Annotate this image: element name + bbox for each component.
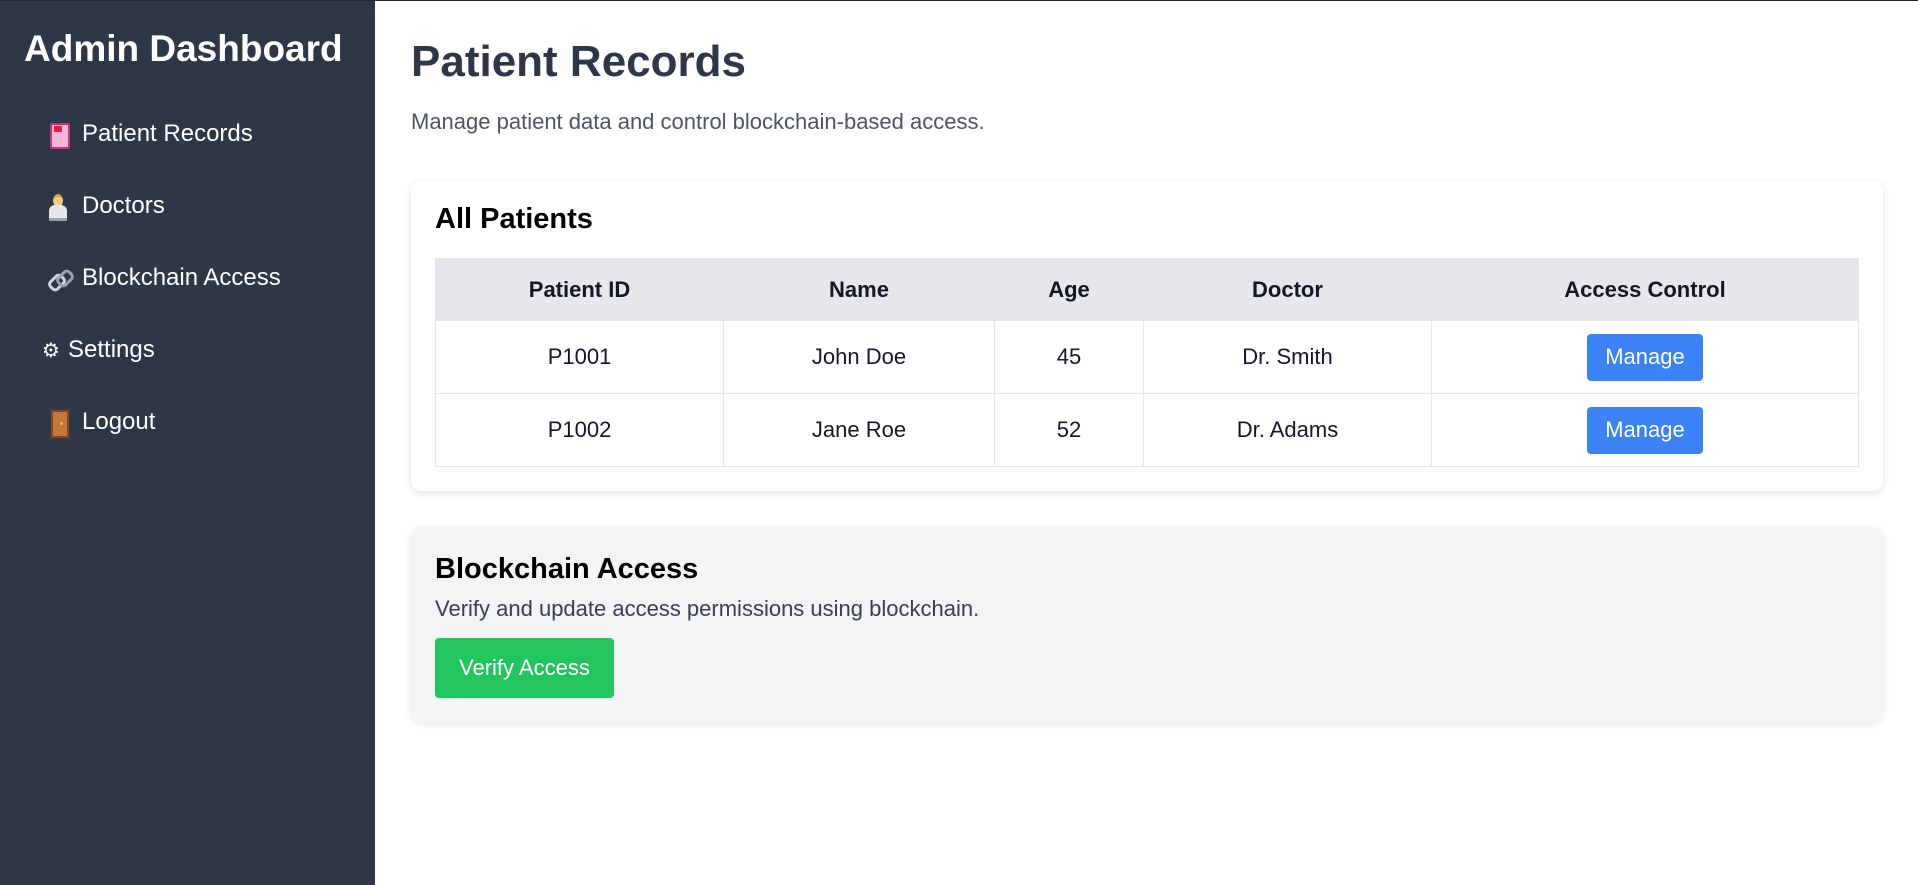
manage-button[interactable]: Manage [1587, 333, 1703, 381]
page-subtitle: Manage patient data and control blockcha… [411, 109, 985, 134]
table-row: P1001 John Doe 45 Dr. Smith Manage [435, 320, 1859, 394]
cell-access-control: Manage [1431, 320, 1859, 394]
link-icon [46, 266, 70, 290]
main-content: Patient Records Manage patient data and … [375, 1, 1918, 885]
blockchain-card-title: Blockchain Access [435, 553, 699, 585]
patients-card-title: All Patients [435, 203, 593, 235]
sidebar-item-label: Blockchain Access [82, 264, 281, 291]
cell-name: Jane Roe [723, 393, 995, 467]
cell-doctor: Dr. Adams [1143, 393, 1432, 467]
cell-age: 52 [994, 393, 1144, 467]
column-header-doctor: Doctor [1143, 258, 1432, 321]
cell-doctor: Dr. Smith [1143, 320, 1432, 394]
sidebar-title: Admin Dashboard [24, 28, 343, 69]
sidebar-item-settings[interactable]: ⚙ Settings [24, 314, 375, 386]
blockchain-card-text: Verify and update access permissions usi… [435, 596, 980, 621]
sidebar-item-patient-records[interactable]: Patient Records [24, 98, 375, 170]
table-row: P1002 Jane Roe 52 Dr. Adams Manage [435, 393, 1859, 467]
cell-patient-id: P1002 [435, 393, 724, 467]
cell-patient-id: P1001 [435, 320, 724, 394]
patients-card: All Patients Patient ID Name Age Doctor … [411, 181, 1883, 491]
gear-icon: ⚙ [42, 339, 60, 362]
sidebar-item-label: Settings [68, 336, 155, 363]
page-title: Patient Records [411, 37, 746, 86]
sidebar-item-doctors[interactable]: Doctors [24, 170, 375, 242]
sidebar-nav: Patient Records Doctors Blockchain Acces… [24, 98, 375, 458]
column-header-name: Name [723, 258, 995, 321]
medical-records-icon [46, 122, 70, 149]
sidebar-item-blockchain-access[interactable]: Blockchain Access [24, 242, 375, 314]
sidebar-item-label: Patient Records [82, 120, 253, 147]
sidebar-item-logout[interactable]: Logout [24, 386, 375, 458]
column-header-patient-id: Patient ID [435, 258, 724, 321]
sidebar: Admin Dashboard Patient Records Doctors … [0, 1, 375, 885]
blockchain-access-card: Blockchain Access Verify and update acce… [411, 527, 1883, 722]
door-icon [46, 410, 70, 438]
patients-table: Patient ID Name Age Doctor Access Contro… [435, 258, 1859, 467]
cell-name: John Doe [723, 320, 995, 394]
cell-age: 45 [994, 320, 1144, 394]
sidebar-item-label: Logout [82, 408, 156, 435]
column-header-access-control: Access Control [1431, 258, 1859, 321]
verify-access-button[interactable]: Verify Access [435, 638, 614, 698]
column-header-age: Age [994, 258, 1144, 321]
manage-button[interactable]: Manage [1587, 406, 1703, 454]
table-header-row: Patient ID Name Age Doctor Access Contro… [435, 258, 1859, 321]
sidebar-item-label: Doctors [82, 192, 165, 219]
doctor-icon [46, 194, 70, 221]
cell-access-control: Manage [1431, 393, 1859, 467]
